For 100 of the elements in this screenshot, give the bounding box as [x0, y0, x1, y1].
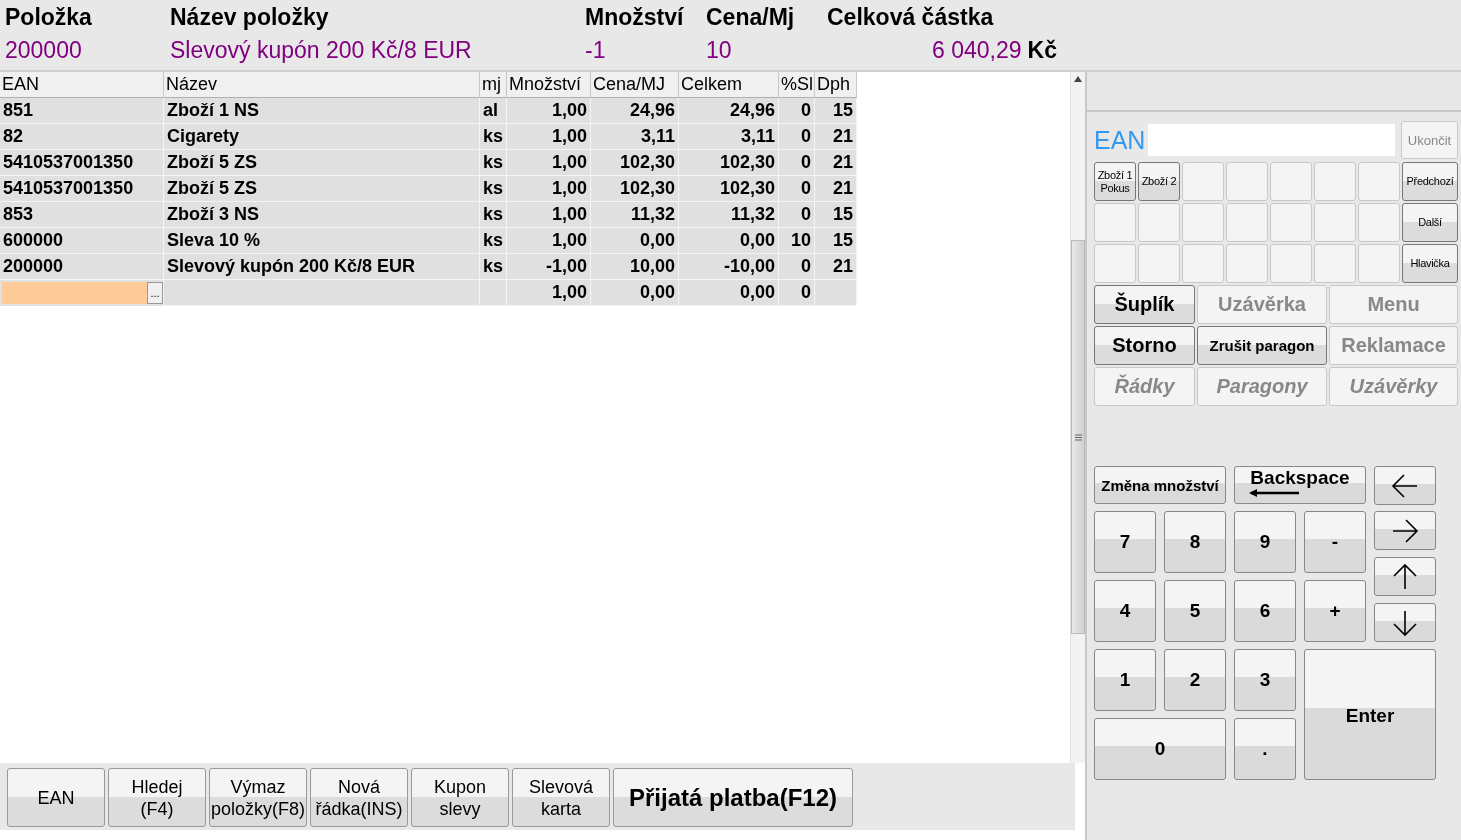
empty-product-button[interactable]	[1094, 244, 1136, 283]
summary-value: 10	[706, 37, 732, 64]
keypad-key[interactable]: 4	[1094, 580, 1156, 642]
keypad-key[interactable]: .	[1234, 718, 1296, 780]
action-button[interactable]: Šuplík	[1094, 285, 1195, 324]
empty-product-button[interactable]	[1226, 203, 1268, 242]
payment-button[interactable]: Přijatá platba(F12)	[613, 768, 853, 827]
table-cell: 3,11	[591, 124, 679, 150]
toolbar-button[interactable]: Kupon slevy	[411, 768, 509, 827]
empty-product-button[interactable]	[1270, 162, 1312, 201]
left-arrow-key[interactable]	[1374, 466, 1436, 505]
product-button[interactable]: Zboží 1 Pokus	[1094, 162, 1136, 201]
keypad-key[interactable]: 6	[1234, 580, 1296, 642]
scrollbar-thumb[interactable]	[1071, 240, 1085, 634]
keypad-key[interactable]: 8	[1164, 511, 1226, 573]
empty-product-button[interactable]	[1314, 162, 1356, 201]
toolbar-button[interactable]: Výmaz položky(F8)	[209, 768, 307, 827]
table-cell: 1,00	[507, 150, 591, 176]
picker-button[interactable]: ...	[147, 282, 163, 304]
summary-label: Množství	[585, 4, 684, 31]
table-cell: 0,00	[591, 280, 679, 306]
empty-product-button[interactable]	[1314, 244, 1356, 283]
column-header[interactable]: Cena/MJ	[591, 72, 679, 98]
toolbar-button[interactable]: EAN	[7, 768, 105, 827]
keypad-key[interactable]: 1	[1094, 649, 1156, 711]
table-cell: 1,00	[507, 98, 591, 124]
pager-button[interactable]: Předchozí	[1402, 162, 1458, 201]
product-button[interactable]: Zboží 2	[1138, 162, 1180, 201]
empty-product-button[interactable]	[1358, 244, 1400, 283]
empty-cell	[480, 280, 507, 306]
table-cell: 102,30	[591, 176, 679, 202]
empty-product-button[interactable]	[1094, 203, 1136, 242]
action-button[interactable]: Zrušit paragon	[1197, 326, 1327, 365]
empty-product-button[interactable]	[1358, 162, 1400, 201]
empty-product-button[interactable]	[1358, 203, 1400, 242]
keypad-key[interactable]: 5	[1164, 580, 1226, 642]
action-button[interactable]: Storno	[1094, 326, 1195, 365]
table-cell: ks	[480, 124, 507, 150]
keypad-key[interactable]: 0	[1094, 718, 1226, 780]
down-arrow-key[interactable]	[1374, 603, 1436, 642]
table-cell: -1,00	[507, 254, 591, 280]
table-cell: 0	[779, 124, 815, 150]
empty-product-button[interactable]	[1138, 203, 1180, 242]
table-cell: 0,00	[679, 228, 779, 254]
table-cell: 0	[779, 150, 815, 176]
table-cell: 24,96	[679, 98, 779, 124]
empty-product-button[interactable]	[1226, 244, 1268, 283]
table-cell: 0,00	[591, 228, 679, 254]
toolbar-button[interactable]: Slevová karta	[512, 768, 610, 827]
table-cell: ks	[480, 150, 507, 176]
empty-product-button[interactable]	[1314, 203, 1356, 242]
table-cell: 1,00	[507, 176, 591, 202]
column-header[interactable]: Dph	[815, 72, 857, 98]
keypad-key[interactable]: 9	[1234, 511, 1296, 573]
toolbar-button[interactable]: Nová řádka(INS)	[310, 768, 408, 827]
table-cell: 5410537001350	[0, 150, 164, 176]
empty-product-button[interactable]	[1226, 162, 1268, 201]
empty-product-button[interactable]	[1270, 203, 1312, 242]
keypad-key[interactable]: 3	[1234, 649, 1296, 711]
column-header[interactable]: Název	[164, 72, 480, 98]
pager-button[interactable]: Hlavička	[1402, 244, 1458, 283]
empty-cell	[815, 280, 857, 306]
up-arrow-key[interactable]	[1374, 557, 1436, 596]
column-header[interactable]: mj	[480, 72, 507, 98]
change-quantity-button[interactable]: Změna množství	[1094, 466, 1226, 504]
enter-key[interactable]: Enter	[1304, 649, 1436, 780]
keypad-key[interactable]: 2	[1164, 649, 1226, 711]
table-cell: 1,00	[507, 280, 591, 306]
table-cell: 102,30	[679, 150, 779, 176]
table-cell: 1,00	[507, 124, 591, 150]
scroll-up-icon[interactable]	[1074, 76, 1082, 82]
column-header[interactable]: EAN	[0, 72, 164, 98]
table-cell: 21	[815, 124, 857, 150]
empty-product-button[interactable]	[1182, 203, 1224, 242]
toolbar-button[interactable]: Hledej (F4)	[108, 768, 206, 827]
table-cell: 11,32	[591, 202, 679, 228]
table-cell: 0,00	[679, 280, 779, 306]
table-cell: 1,00	[507, 202, 591, 228]
column-header[interactable]: %Sl	[779, 72, 815, 98]
keypad-key[interactable]: +	[1304, 580, 1366, 642]
table-cell: 102,30	[591, 150, 679, 176]
backspace-button[interactable]: Backspace	[1234, 466, 1366, 504]
column-header[interactable]: Množství	[507, 72, 591, 98]
empty-product-button[interactable]	[1182, 244, 1224, 283]
table-cell: Zboží 1 NS	[164, 98, 480, 124]
table-cell: 15	[815, 98, 857, 124]
summary-label: Celková částka	[827, 4, 994, 31]
table-cell: 600000	[0, 228, 164, 254]
ean-input[interactable]	[2, 282, 147, 304]
keypad-key[interactable]: 7	[1094, 511, 1156, 573]
keypad-key[interactable]: -	[1304, 511, 1366, 573]
empty-product-button[interactable]	[1182, 162, 1224, 201]
table-cell: Zboží 5 ZS	[164, 150, 480, 176]
pager-button[interactable]: Další	[1402, 203, 1458, 242]
table-cell: ks	[480, 228, 507, 254]
scrollbar[interactable]	[1070, 72, 1085, 763]
empty-product-button[interactable]	[1270, 244, 1312, 283]
right-arrow-key[interactable]	[1374, 511, 1436, 550]
column-header[interactable]: Celkem	[679, 72, 779, 98]
empty-product-button[interactable]	[1138, 244, 1180, 283]
